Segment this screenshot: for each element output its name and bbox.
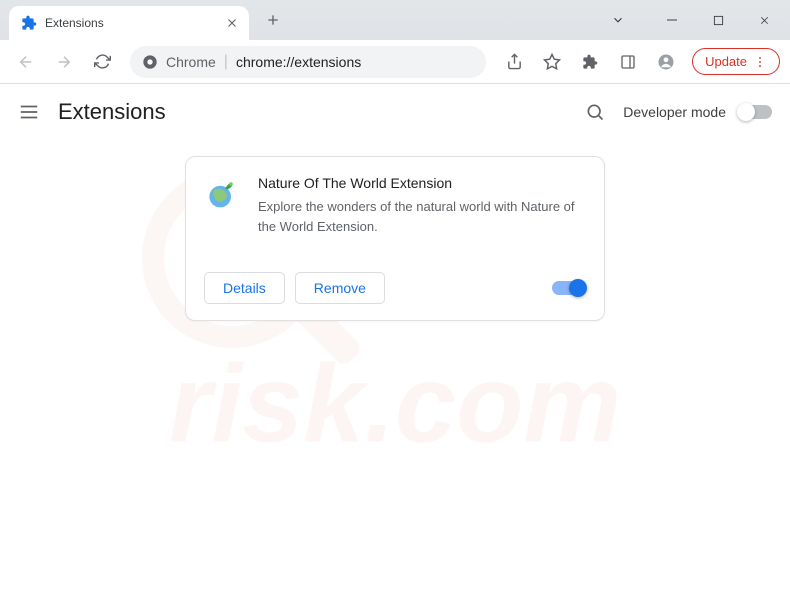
extensions-content: Nature Of The World Extension Explore th… [0,140,790,337]
remove-button[interactable]: Remove [295,272,385,304]
side-panel-button[interactable] [612,46,644,78]
extension-icon [204,175,240,211]
tab-search-button[interactable] [596,2,640,38]
extensions-button[interactable] [574,46,606,78]
close-window-button[interactable] [742,2,786,38]
profile-button[interactable] [650,46,682,78]
extension-name: Nature Of The World Extension [258,175,586,191]
extension-description: Explore the wonders of the natural world… [258,197,586,236]
browser-toolbar: Chrome | chrome://extensions Update [0,40,790,84]
developer-mode-label: Developer mode [623,104,726,120]
details-button[interactable]: Details [204,272,285,304]
chrome-icon [142,54,158,70]
back-button[interactable] [10,46,42,78]
maximize-button[interactable] [696,2,740,38]
forward-button[interactable] [48,46,80,78]
address-separator: | [224,53,228,71]
menu-icon[interactable] [18,101,40,123]
new-tab-button[interactable] [259,6,287,34]
minimize-button[interactable] [650,2,694,38]
window-titlebar: Extensions [0,0,790,40]
address-scheme: Chrome [166,54,216,70]
address-path: chrome://extensions [236,54,361,70]
extension-puzzle-icon [21,15,37,31]
page-title: Extensions [58,99,567,125]
extension-card: Nature Of The World Extension Explore th… [185,156,605,321]
extension-enable-toggle[interactable] [552,281,586,295]
reload-button[interactable] [86,46,118,78]
browser-tab[interactable]: Extensions [9,6,249,40]
tab-title: Extensions [45,16,217,30]
update-label: Update [705,54,747,69]
search-icon[interactable] [585,102,605,122]
share-button[interactable] [498,46,530,78]
menu-dots-icon [753,55,767,69]
developer-mode-toggle[interactable] [738,105,772,119]
close-icon[interactable] [225,16,239,30]
address-bar[interactable]: Chrome | chrome://extensions [130,46,486,78]
extensions-header: Extensions Developer mode [0,84,790,140]
update-button[interactable]: Update [692,48,780,75]
bookmark-button[interactable] [536,46,568,78]
